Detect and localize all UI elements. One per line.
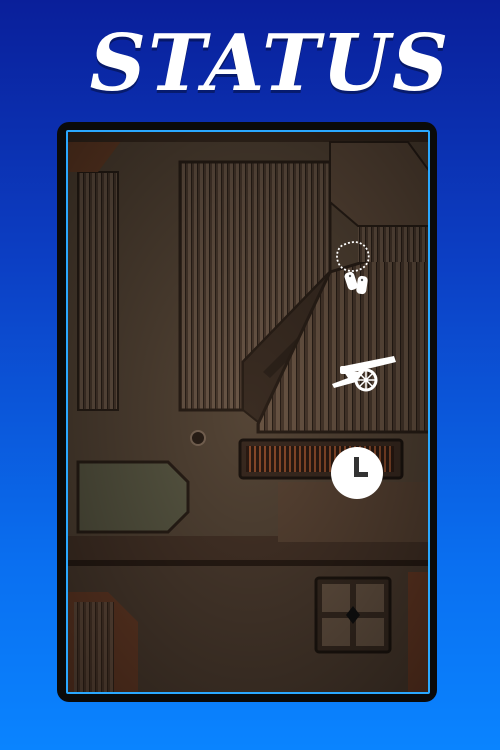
metal-floor-texture — [68, 132, 428, 692]
cannon-icon[interactable] — [330, 354, 398, 394]
clock-icon[interactable] — [330, 446, 384, 500]
status-panel — [66, 130, 430, 694]
page-title: STATUS — [89, 18, 451, 109]
dog-tags-icon[interactable] — [332, 238, 378, 300]
